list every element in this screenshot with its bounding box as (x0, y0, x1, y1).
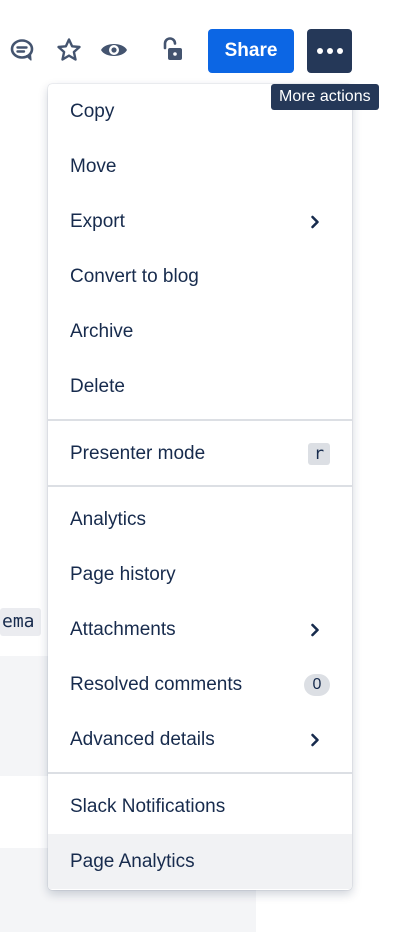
share-button[interactable]: Share (208, 29, 294, 73)
menu-item-label: Resolved comments (70, 673, 243, 695)
more-actions-tooltip: More actions (271, 84, 379, 110)
menu-item-resolved-comments[interactable]: Resolved comments 0 (48, 657, 352, 712)
menu-divider (48, 772, 352, 774)
menu-item-export[interactable]: Export (48, 194, 352, 249)
unlock-icon[interactable] (150, 28, 194, 72)
menu-item-label: Slack Notifications (70, 795, 226, 817)
menu-item-page-analytics[interactable]: Page Analytics (48, 834, 352, 889)
menu-item-attachments[interactable]: Attachments (48, 602, 352, 657)
inline-code: ema (0, 608, 41, 636)
count-badge: 0 (304, 673, 330, 696)
menu-item-page-history[interactable]: Page history (48, 547, 352, 602)
star-icon[interactable] (47, 28, 91, 72)
menu-item-slack-notifications[interactable]: Slack Notifications (48, 779, 352, 834)
more-icon (316, 48, 343, 54)
menu-item-delete[interactable]: Delete (48, 359, 352, 414)
chevron-right-icon (308, 733, 322, 747)
menu-item-label: Delete (70, 375, 125, 397)
menu-item-move[interactable]: Move (48, 139, 352, 194)
menu-item-label: Copy (70, 100, 115, 122)
content-block (0, 656, 48, 776)
watch-icon[interactable] (92, 28, 136, 72)
keyboard-shortcut: r (308, 442, 330, 465)
menu-divider (48, 419, 352, 421)
menu-item-convert-to-blog[interactable]: Convert to blog (48, 249, 352, 304)
menu-divider (48, 485, 352, 487)
menu-item-advanced-details[interactable]: Advanced details (48, 712, 352, 767)
menu-item-label: Move (70, 155, 117, 177)
more-actions-menu: Copy Move Export Convert to blog Archive… (48, 84, 352, 890)
chevron-right-icon (308, 215, 322, 229)
menu-item-archive[interactable]: Archive (48, 304, 352, 359)
menu-item-label: Convert to blog (70, 265, 199, 287)
more-actions-button[interactable] (307, 29, 352, 73)
menu-item-label: Export (70, 210, 125, 232)
menu-item-label: Analytics (70, 508, 147, 530)
menu-item-label: Presenter mode (70, 442, 206, 464)
menu-item-label: Advanced details (70, 728, 215, 750)
menu-item-presenter-mode[interactable]: Presenter mode r (48, 426, 352, 481)
menu-item-analytics[interactable]: Analytics (48, 492, 352, 547)
menu-item-label: Archive (70, 320, 134, 342)
menu-item-label: Page Analytics (70, 850, 195, 872)
chevron-right-icon (308, 623, 322, 637)
menu-item-label: Page history (70, 563, 176, 585)
comment-icon[interactable] (1, 28, 45, 72)
menu-item-label: Attachments (70, 618, 176, 640)
